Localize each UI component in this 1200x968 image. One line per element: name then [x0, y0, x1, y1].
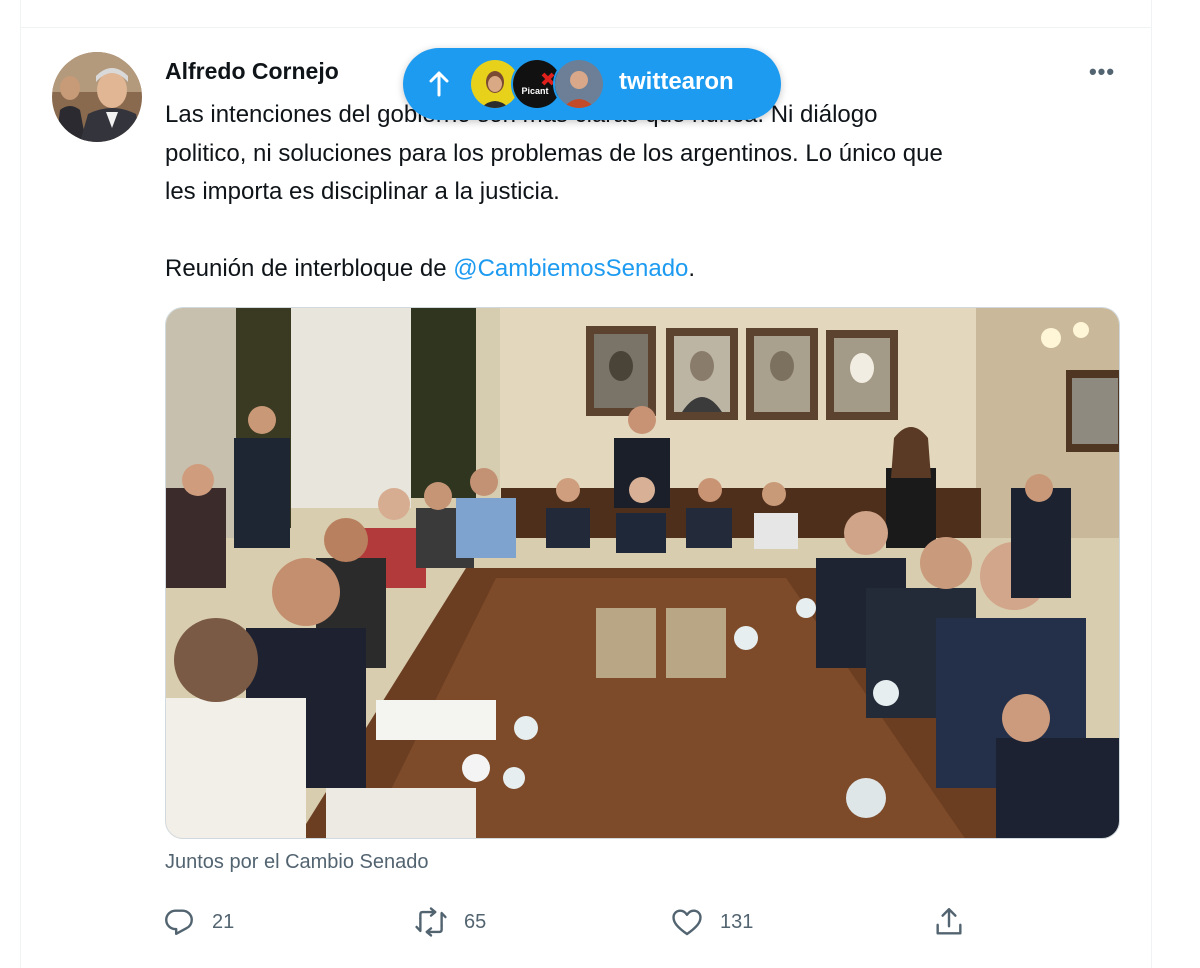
reply-icon [165, 909, 193, 935]
pill-avatar-badge-text: Picant [521, 86, 548, 96]
retweet-button[interactable]: 65 [414, 900, 486, 944]
new-tweets-label: twittearon [619, 68, 734, 95]
tweet-text-line: les importa es disciplinar a la justicia… [165, 178, 560, 205]
author-name[interactable]: Alfredo Cornejo [165, 58, 339, 85]
media-caption[interactable]: Juntos por el Cambio Senado [165, 851, 429, 874]
retweet-icon [415, 907, 447, 937]
author-avatar[interactable] [52, 52, 142, 142]
share-icon [936, 908, 962, 935]
tweet-photo[interactable] [165, 307, 1120, 839]
like-button[interactable]: 131 [670, 900, 753, 944]
like-count: 131 [720, 910, 754, 933]
more-options-icon[interactable]: ••• [1080, 54, 1124, 90]
pill-avatar-image [555, 60, 603, 108]
reply-button[interactable]: 21 [162, 900, 234, 944]
author-photo-image [52, 52, 142, 142]
meeting-photo-image [166, 308, 1119, 838]
tweet-text-prefix: Reunión de interbloque de [165, 255, 454, 282]
tweet-text-line: Reunión de interbloque de @CambiemosSena… [165, 250, 1125, 289]
new-tweets-pill[interactable]: Picant twittearon [403, 48, 781, 120]
retweet-count: 65 [464, 910, 487, 933]
share-button[interactable] [932, 900, 966, 944]
arrow-up-icon [429, 71, 449, 97]
reply-count: 21 [212, 910, 235, 933]
tweet-text: Las intenciones del gobierno son más cla… [165, 96, 1125, 289]
pill-avatar [553, 58, 605, 110]
heart-icon [672, 909, 702, 936]
previous-tweet-edge [20, 0, 1152, 28]
mention-link[interactable]: @CambiemosSenado [453, 255, 688, 282]
tweet-text-suffix: . [688, 255, 696, 282]
tweet-text-line: politico, ni soluciones para los problem… [165, 139, 943, 167]
